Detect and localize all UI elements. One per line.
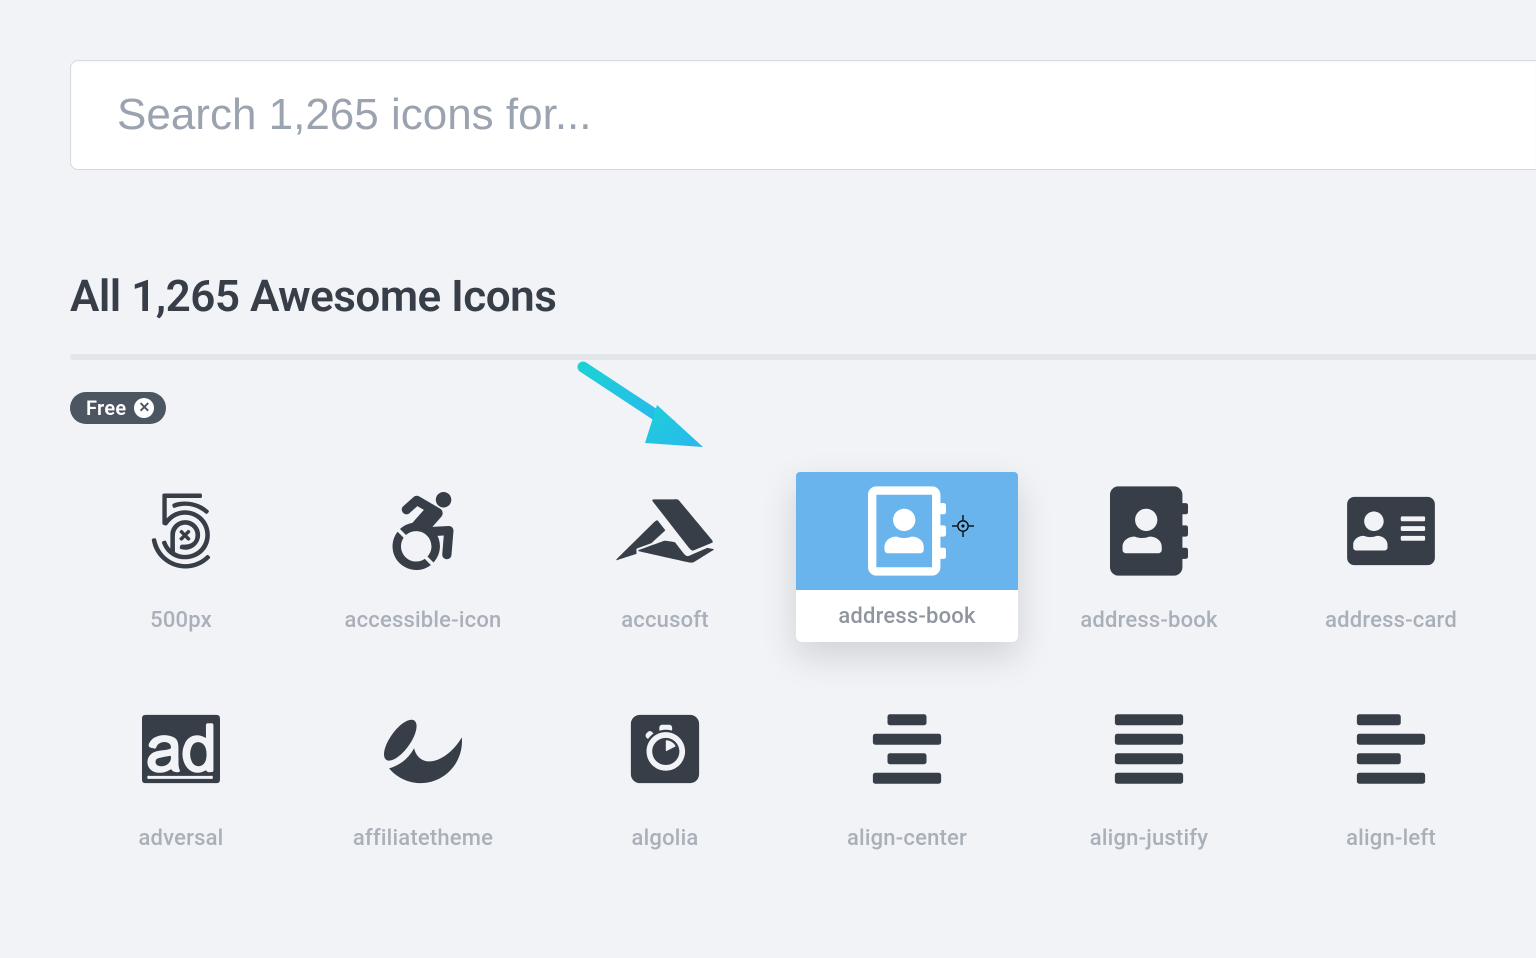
divider bbox=[70, 354, 1536, 360]
icon-label: adversal bbox=[139, 808, 224, 851]
icon-label: align-center bbox=[847, 808, 967, 851]
icon-label: accessible-icon bbox=[345, 590, 502, 633]
icon-label: accusoft bbox=[621, 590, 709, 633]
search-input[interactable] bbox=[70, 60, 1536, 170]
icon-card-algolia[interactable]: algolia bbox=[554, 690, 776, 860]
close-icon[interactable]: ✕ bbox=[134, 398, 154, 418]
icon-card-accessible-icon[interactable]: accessible-icon bbox=[312, 472, 534, 642]
filter-tag-label: Free bbox=[86, 398, 126, 418]
icon-label: affiliatetheme bbox=[353, 808, 493, 851]
address-book-icon bbox=[796, 472, 1018, 590]
icon-card-align-left[interactable]: align-left bbox=[1280, 690, 1502, 860]
icon-label: address-book bbox=[1080, 590, 1217, 633]
page-title: All 1,265 Awesome Icons bbox=[70, 270, 1536, 322]
icon-card-align-justify[interactable]: align-justify bbox=[1038, 690, 1260, 860]
align-left-icon bbox=[1280, 690, 1502, 808]
icon-label: address-card bbox=[1325, 590, 1457, 633]
icon-card-address-book-regular[interactable]: address-book bbox=[796, 472, 1018, 642]
icon-label: 500px bbox=[150, 590, 212, 633]
accessible-icon-icon bbox=[312, 472, 534, 590]
algolia-icon bbox=[554, 690, 776, 808]
align-center-icon bbox=[796, 690, 1018, 808]
icon-grid: 500px accessible-icon accusoft address-b… bbox=[70, 472, 1502, 860]
filter-row: Free ✕ bbox=[70, 392, 1536, 424]
icon-label: address-book bbox=[838, 590, 975, 641]
icon-card-adversal[interactable]: adversal bbox=[70, 690, 292, 860]
address-card-icon bbox=[1280, 472, 1502, 590]
filter-tag-free[interactable]: Free ✕ bbox=[70, 392, 166, 424]
address-book-icon bbox=[1038, 472, 1260, 590]
icon-card-accusoft[interactable]: accusoft bbox=[554, 472, 776, 642]
icon-label: align-left bbox=[1346, 808, 1436, 851]
icon-card-align-center[interactable]: align-center bbox=[796, 690, 1018, 860]
icon-card-address-card[interactable]: address-card bbox=[1280, 472, 1502, 642]
icon-label: algolia bbox=[632, 808, 699, 851]
adversal-icon bbox=[70, 690, 292, 808]
accusoft-icon bbox=[554, 472, 776, 590]
icon-card-affiliatetheme[interactable]: affiliatetheme bbox=[312, 690, 534, 860]
affiliatetheme-icon bbox=[312, 690, 534, 808]
align-justify-icon bbox=[1038, 690, 1260, 808]
icon-card-address-book-solid[interactable]: address-book bbox=[1038, 472, 1260, 642]
icon-card-500px[interactable]: 500px bbox=[70, 472, 292, 642]
icon-label: align-justify bbox=[1090, 808, 1208, 851]
500px-icon bbox=[70, 472, 292, 590]
